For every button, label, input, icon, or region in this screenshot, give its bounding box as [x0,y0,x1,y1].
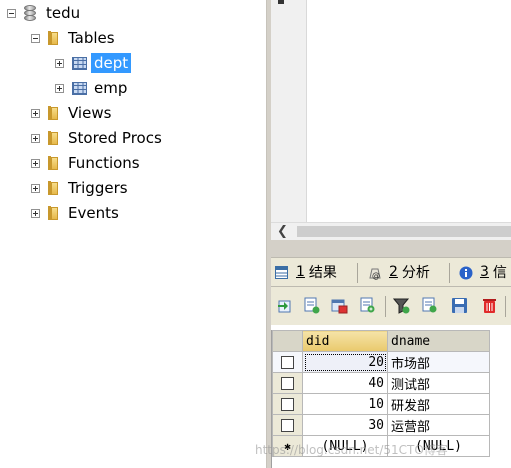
import-icon[interactable] [331,297,348,314]
object-browser-tree: tedu Tables dept emp Views Stored Procs … [0,0,266,468]
filter-icon[interactable] [392,297,410,314]
grid-result-icon [275,265,288,279]
new-row-marker-icon: ✱ [272,435,303,457]
tab-result[interactable]: 1 结果 [275,261,337,283]
cell-dname[interactable]: 研发部 [387,393,490,415]
tree-node-table-dept[interactable]: dept [55,52,132,74]
cell-dname[interactable]: 运营部 [387,414,490,436]
tab-result-number: 1 [296,264,305,280]
functions-label: Functions [68,154,140,172]
toolbar-divider [385,296,386,317]
grid-corner[interactable] [272,330,303,352]
result-toolbar [271,287,511,325]
database-icon [24,5,36,21]
table-row[interactable]: 10 研发部 [272,393,490,415]
tables-label: Tables [68,29,115,47]
table-row[interactable]: 40 测试部 [272,372,490,394]
scrollbar-thumb[interactable] [297,226,511,237]
info-icon [459,266,473,279]
folder-icon [48,180,59,196]
tab-profiler[interactable]: @ 2 分析 [368,261,430,283]
tree-node-events[interactable]: Events [31,202,119,224]
tree-node-triggers[interactable]: Triggers [31,177,128,199]
cell-dname-new[interactable]: (NULL) [387,435,490,457]
expand-icon[interactable] [55,83,64,93]
tab-info[interactable]: 3 信 [459,261,507,283]
query-editor[interactable] [271,0,511,222]
folder-icon [48,105,59,121]
table-label-dept: dept [91,53,132,73]
tab-info-number: 3 [480,264,489,280]
cell-did[interactable]: 20 [302,351,388,373]
tree-node-functions[interactable]: Functions [31,152,140,174]
tab-info-label: 信 [492,265,507,281]
folder-icon [48,130,59,146]
tab-profiler-label: 分析 [401,265,430,281]
collapse-icon[interactable] [7,8,16,18]
expand-icon[interactable] [31,108,40,118]
table-new-row[interactable]: ✱ (NULL) (NULL) [272,435,490,457]
copy-rows-icon[interactable] [303,297,320,314]
database-label: tedu [46,4,81,22]
events-label: Events [68,204,119,222]
row-checkbox[interactable] [272,372,303,394]
views-label: Views [68,104,112,122]
result-tabs: 1 结果 @ 2 分析 3 信 [271,257,511,287]
line-marker-icon [278,0,284,4]
cell-did[interactable]: 10 [302,393,388,415]
delete-icon[interactable] [481,297,498,314]
save-icon[interactable] [451,297,468,314]
tab-divider [449,263,450,283]
tree-node-stored-procs[interactable]: Stored Procs [31,127,162,149]
expand-icon[interactable] [31,133,40,143]
folder-icon [48,30,59,46]
table-icon [72,56,87,70]
panel-divider[interactable] [271,240,511,257]
cell-did[interactable]: 40 [302,372,388,394]
collapse-icon[interactable] [31,33,40,43]
folder-icon [48,205,59,221]
stored-procs-label: Stored Procs [68,129,162,147]
expand-icon[interactable] [31,158,40,168]
folder-icon [48,155,59,171]
tab-profiler-number: 2 [389,264,398,280]
row-checkbox[interactable] [272,393,303,415]
cell-did-new[interactable]: (NULL) [302,435,388,457]
row-checkbox[interactable] [272,351,303,373]
table-icon [72,81,87,95]
table-row[interactable]: 30 运营部 [272,414,490,436]
profiler-icon: @ [368,266,381,280]
add-row-icon[interactable] [359,297,376,314]
tab-divider [357,263,358,283]
expand-icon[interactable] [55,58,64,68]
tree-node-database[interactable]: tedu [7,2,80,24]
editor-horizontal-scrollbar[interactable]: ❮ [271,222,511,240]
expand-icon[interactable] [31,208,40,218]
tree-node-tables[interactable]: Tables [31,27,115,49]
column-header-dname[interactable]: dname [387,330,490,352]
table-label-emp: emp [94,79,128,97]
tree-node-views[interactable]: Views [31,102,111,124]
expand-icon[interactable] [31,183,40,193]
cell-dname[interactable]: 测试部 [387,372,490,394]
tree-node-table-emp[interactable]: emp [55,77,127,99]
duplicate-row-icon[interactable] [421,297,438,314]
cell-dname[interactable]: 市场部 [387,351,490,373]
toolbar-divider [505,296,506,317]
table-row[interactable]: 20 市场部 [272,351,490,373]
editor-gutter [271,0,307,222]
row-checkbox[interactable] [272,414,303,436]
scroll-left-icon[interactable]: ❮ [277,224,288,239]
cell-did[interactable]: 30 [302,414,388,436]
triggers-label: Triggers [68,179,128,197]
export-icon[interactable] [277,297,294,314]
tab-result-label: 结果 [308,265,337,281]
result-table: did dname 20 市场部 40 测试部 10 研发部 30 运营部 ✱ … [272,330,490,457]
column-header-did[interactable]: did [302,330,388,352]
svg-text:@: @ [372,271,380,280]
result-grid: did dname 20 市场部 40 测试部 10 研发部 30 运营部 ✱ … [271,330,511,468]
table-header-row: did dname [272,330,490,352]
